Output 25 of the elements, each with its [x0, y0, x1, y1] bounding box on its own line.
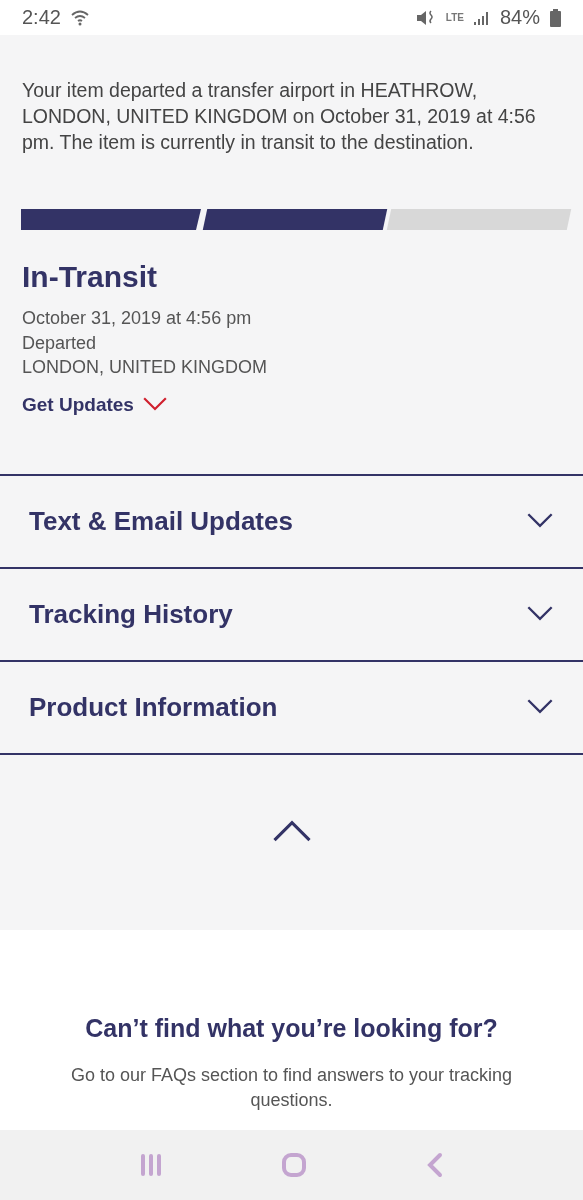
chevron-down-icon	[141, 397, 168, 412]
accordion-header[interactable]: Product Information	[0, 661, 583, 755]
chevron-down-icon	[526, 606, 554, 622]
battery-icon	[550, 8, 561, 27]
accordion-header[interactable]: Tracking History	[0, 568, 583, 662]
home-icon[interactable]	[281, 1152, 308, 1178]
network-label: LTE	[445, 12, 464, 23]
status-summary: Your item departed a transfer airport in HEATHROW, LONDON, UNITED KINGDOM on October 31, 2019 at 4:56 pm. The item is currently in transit to the destination.	[22, 78, 537, 155]
accordion-header[interactable]: Text & Email Updates	[0, 475, 583, 569]
battery-level: 84%	[499, 6, 540, 29]
help-text: Go to our FAQs section to find answers to your tracking questions.	[69, 1064, 514, 1112]
clock: 2:42	[22, 6, 61, 29]
get-updates-link[interactable]: Get Updates	[22, 393, 168, 416]
status-title: In-Transit	[22, 260, 158, 294]
wifi-icon	[70, 9, 91, 26]
help-heading: Can’t find what you’re looking for?	[85, 1014, 498, 1043]
recent-apps-icon[interactable]	[139, 1153, 164, 1177]
status-location: LONDON, UNITED KINGDOM	[22, 356, 267, 379]
chevron-down-icon	[526, 699, 554, 715]
status-date: October 31, 2019 at 4:56 pm	[22, 307, 252, 330]
chevron-down-icon	[526, 513, 554, 529]
back-icon[interactable]	[425, 1152, 444, 1178]
mute-icon	[415, 9, 436, 26]
signal-icon	[473, 9, 490, 26]
status-event: Departed	[22, 331, 97, 355]
